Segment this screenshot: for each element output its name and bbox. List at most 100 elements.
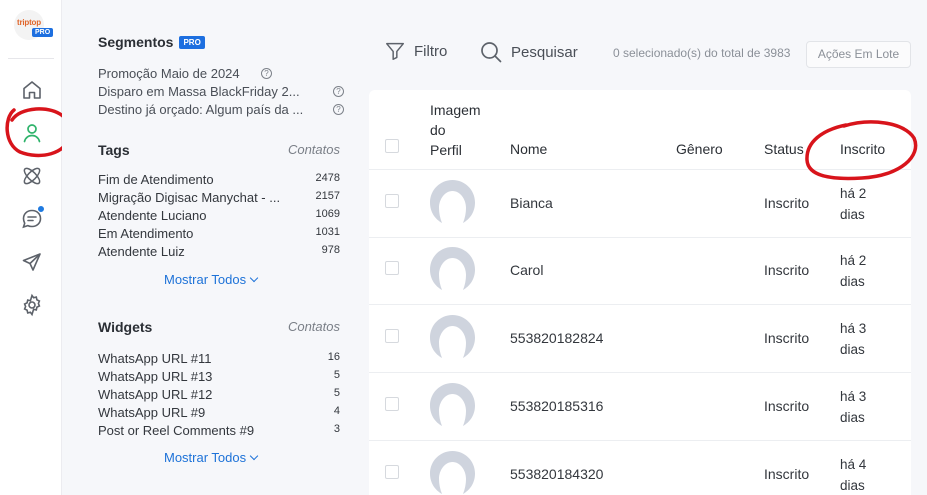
avatar-placeholder bbox=[430, 180, 475, 223]
row-subscribed: há 2 dias bbox=[840, 183, 866, 225]
tag-label: Atendente Luciano bbox=[98, 208, 207, 223]
column-header-image-line: Perfil bbox=[430, 142, 462, 158]
avatar-placeholder bbox=[430, 247, 475, 290]
tag-count: 978 bbox=[321, 244, 340, 256]
tag-item[interactable]: Atendente Luiz 978 bbox=[98, 244, 340, 262]
column-header-image-line: do bbox=[430, 122, 446, 138]
filter-label: Filtro bbox=[414, 42, 448, 60]
widget-item[interactable]: WhatsApp URL #9 4 bbox=[98, 405, 340, 423]
segment-label: Destino já orçado: Algum país da ... bbox=[98, 101, 304, 117]
row-subscribed: há 3 dias bbox=[840, 386, 866, 428]
column-header-gender[interactable]: Gênero bbox=[676, 141, 723, 157]
selection-count: 0 selecionado(s) do total de 3983 bbox=[613, 46, 791, 60]
bulk-actions-button[interactable]: Ações Em Lote bbox=[806, 41, 911, 68]
send-icon[interactable] bbox=[20, 250, 44, 274]
table-row[interactable]: 553820184320 Inscrito há 4 dias bbox=[369, 441, 911, 495]
segment-item[interactable]: Disparo em Massa BlackFriday 2... ? bbox=[98, 82, 344, 100]
widgets-title: Widgets bbox=[98, 319, 153, 335]
widget-item[interactable]: WhatsApp URL #12 5 bbox=[98, 387, 340, 405]
widgets-count-header: Contatos bbox=[287, 319, 340, 334]
tags-list: Fim de Atendimento 2478 Migração Digisac … bbox=[98, 172, 340, 262]
help-icon[interactable]: ? bbox=[333, 103, 344, 115]
notification-dot bbox=[37, 205, 45, 213]
widget-item[interactable]: WhatsApp URL #13 5 bbox=[98, 369, 340, 387]
row-checkbox[interactable] bbox=[385, 465, 399, 479]
table-row[interactable]: 553820185316 Inscrito há 3 dias bbox=[369, 373, 911, 441]
tag-item[interactable]: Migração Digisac Manychat - ... 2157 bbox=[98, 190, 340, 208]
column-header-name[interactable]: Nome bbox=[510, 141, 547, 157]
select-all-checkbox[interactable] bbox=[385, 139, 399, 153]
widgets-show-all-link[interactable]: Mostrar Todos bbox=[164, 450, 259, 465]
row-name: 553820182824 bbox=[510, 330, 604, 346]
column-header-status[interactable]: Status bbox=[764, 141, 804, 157]
chat-icon[interactable] bbox=[20, 205, 45, 231]
column-header-subscribed[interactable]: Inscrito bbox=[840, 141, 885, 157]
table-row[interactable]: 553820182824 Inscrito há 3 dias bbox=[369, 305, 911, 373]
user-icon[interactable] bbox=[20, 121, 44, 145]
row-subscribed-line: dias bbox=[840, 342, 865, 357]
row-checkbox[interactable] bbox=[385, 261, 399, 275]
contacts-table: Imagem do Perfil Nome Gênero Status Insc… bbox=[369, 90, 911, 495]
widget-count: 3 bbox=[333, 423, 340, 435]
row-subscribed-line: há 3 bbox=[840, 389, 867, 404]
segment-label: Promoção Maio de 2024 bbox=[98, 65, 240, 81]
search-icon bbox=[481, 42, 502, 63]
filter-panel: Segmentos PRO Promoção Maio de 2024 ? Dis… bbox=[62, 0, 352, 495]
segments-title: Segmentos PRO bbox=[98, 34, 205, 50]
row-status: Inscrito bbox=[764, 398, 810, 414]
row-name: Carol bbox=[510, 262, 544, 278]
icon-rail: triptop PRO bbox=[0, 0, 62, 495]
tag-item[interactable]: Fim de Atendimento 2478 bbox=[98, 172, 340, 190]
widget-label: WhatsApp URL #11 bbox=[98, 351, 212, 366]
chevron-down-icon bbox=[249, 451, 259, 461]
widget-count: 5 bbox=[333, 387, 340, 399]
widget-label: WhatsApp URL #12 bbox=[98, 387, 213, 402]
tag-label: Migração Digisac Manychat - ... bbox=[98, 190, 281, 205]
segment-item[interactable]: Destino já orçado: Algum país da ... ? bbox=[98, 100, 344, 118]
row-status: Inscrito bbox=[764, 195, 810, 211]
widget-count: 4 bbox=[333, 405, 340, 417]
table-row[interactable]: Carol Inscrito há 2 dias bbox=[369, 237, 911, 305]
widget-item[interactable]: WhatsApp URL #11 16 bbox=[98, 351, 340, 369]
tag-item[interactable]: Atendente Luciano 1069 bbox=[98, 208, 340, 226]
logo-text: triptop bbox=[17, 18, 41, 27]
row-checkbox[interactable] bbox=[385, 194, 399, 208]
atom-icon[interactable] bbox=[20, 164, 44, 188]
tags-show-all-link[interactable]: Mostrar Todos bbox=[164, 272, 259, 287]
app-logo[interactable]: triptop PRO bbox=[14, 10, 54, 42]
tags-count-header: Contatos bbox=[287, 142, 340, 157]
row-status: Inscrito bbox=[764, 262, 810, 278]
table-header: Imagem do Perfil Nome Gênero Status Insc… bbox=[369, 90, 911, 170]
tag-label: Em Atendimento bbox=[98, 226, 194, 241]
widget-item[interactable]: Post or Reel Comments #9 3 bbox=[98, 423, 340, 441]
segment-item[interactable]: Promoção Maio de 2024 ? bbox=[98, 64, 272, 82]
tag-count: 1031 bbox=[315, 226, 340, 238]
row-subscribed: há 2 dias bbox=[840, 250, 866, 292]
tag-label: Atendente Luiz bbox=[98, 244, 185, 259]
row-checkbox[interactable] bbox=[385, 397, 399, 411]
widget-label: Post or Reel Comments #9 bbox=[98, 423, 255, 438]
column-header-image-line: Imagem bbox=[430, 102, 481, 118]
tag-count: 1069 bbox=[315, 208, 340, 220]
widget-count: 16 bbox=[327, 351, 340, 363]
row-checkbox[interactable] bbox=[385, 329, 399, 343]
row-subscribed-line: há 4 bbox=[840, 457, 867, 472]
help-icon[interactable]: ? bbox=[261, 67, 272, 79]
filter-button[interactable]: Filtro bbox=[384, 40, 447, 62]
filter-icon bbox=[386, 42, 404, 60]
tags-title: Tags bbox=[98, 142, 130, 158]
widget-label: WhatsApp URL #13 bbox=[98, 369, 213, 384]
table-row[interactable]: Bianca Inscrito há 2 dias bbox=[369, 170, 911, 238]
segments-title-text: Segmentos bbox=[98, 34, 174, 50]
help-icon[interactable]: ? bbox=[333, 85, 344, 97]
search-button[interactable]: Pesquisar bbox=[479, 40, 578, 64]
gear-icon[interactable] bbox=[20, 293, 44, 317]
home-icon[interactable] bbox=[20, 78, 44, 102]
tag-item[interactable]: Em Atendimento 1031 bbox=[98, 226, 340, 244]
avatar-placeholder bbox=[430, 383, 475, 426]
show-all-label: Mostrar Todos bbox=[164, 272, 247, 287]
row-name: 553820185316 bbox=[510, 398, 604, 414]
tag-label: Fim de Atendimento bbox=[98, 172, 214, 187]
logo-pro-badge: PRO bbox=[32, 28, 54, 37]
tag-count: 2157 bbox=[315, 190, 340, 202]
